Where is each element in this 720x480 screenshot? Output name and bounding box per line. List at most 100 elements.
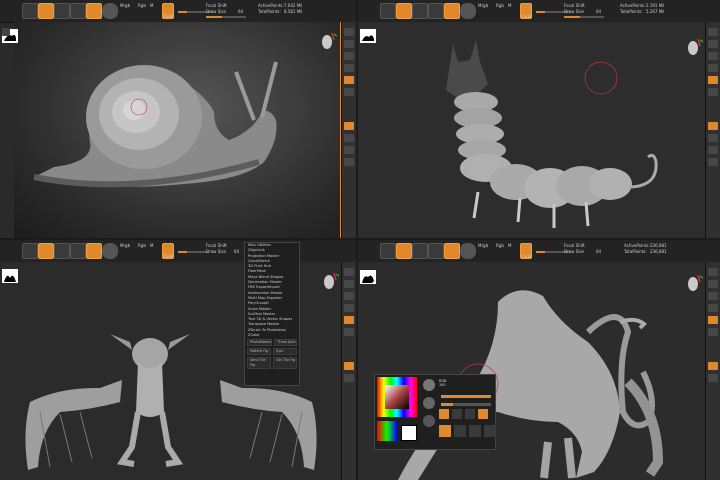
rgb-label[interactable]: Rgb (496, 3, 504, 8)
scroll-button[interactable] (344, 280, 354, 288)
orientation-gizmo-icon[interactable] (318, 30, 338, 52)
navigation-thumbnail[interactable] (360, 29, 376, 43)
scale-button[interactable] (70, 3, 86, 19)
frame-button[interactable] (708, 122, 718, 130)
actual-button[interactable] (708, 64, 718, 72)
zplugin-button[interactable]: Send Tile Fig (247, 357, 271, 370)
primary-color-swatch[interactable] (401, 425, 417, 441)
scale-button[interactable] (428, 3, 444, 19)
rotate-button[interactable] (484, 425, 496, 437)
draw-button[interactable] (396, 3, 412, 19)
move-view-button[interactable] (708, 374, 718, 382)
persp-button[interactable] (344, 76, 354, 84)
zadd-label[interactable]: Zadd (521, 254, 531, 259)
rgb-label[interactable]: Rgb (496, 243, 504, 248)
bpr-button[interactable] (344, 28, 354, 36)
rgb-button[interactable] (452, 409, 462, 419)
scroll-button[interactable] (708, 40, 718, 48)
floor-button[interactable] (344, 328, 354, 336)
edit-button[interactable] (22, 3, 38, 19)
edit-button[interactable] (380, 3, 396, 19)
z-intensity-slider[interactable] (441, 403, 491, 406)
zoom-view-button[interactable] (708, 146, 718, 154)
mrgb-label[interactable]: Mrgb (120, 243, 130, 248)
draw-size-value[interactable]: 64 (234, 249, 239, 254)
draw-button[interactable] (439, 425, 451, 437)
rotate-button[interactable] (86, 243, 102, 259)
rotate-button[interactable] (86, 3, 102, 19)
frame-button[interactable] (344, 362, 354, 370)
actual-button[interactable] (708, 304, 718, 312)
actual-button[interactable] (344, 304, 354, 312)
draw-size-value[interactable]: 64 (596, 9, 601, 14)
orientation-gizmo-icon[interactable] (684, 36, 704, 58)
scale-button[interactable] (428, 243, 444, 259)
zplugin-button[interactable]: Get Tile Fig (273, 357, 297, 370)
rotate-button[interactable] (444, 3, 460, 19)
orientation-gizmo-icon[interactable] (684, 272, 704, 294)
move-button[interactable] (54, 3, 70, 19)
zoom-button[interactable] (344, 52, 354, 60)
rgb-label[interactable]: Rgb (138, 3, 146, 8)
color-saturation-field[interactable] (385, 385, 409, 409)
rgb-intensity-value[interactable]: 100 (439, 383, 446, 387)
m-label[interactable]: M (150, 243, 153, 248)
z-intensity-slider[interactable] (178, 251, 208, 253)
brush-icon[interactable] (423, 397, 435, 409)
edit-button[interactable] (22, 243, 38, 259)
scroll-button[interactable] (708, 280, 718, 288)
navigation-thumbnail[interactable] (2, 269, 18, 283)
scale-button[interactable] (70, 243, 86, 259)
canvas-viewport[interactable] (2, 22, 342, 238)
zoom-button[interactable] (708, 292, 718, 300)
move-view-button[interactable] (344, 374, 354, 382)
material-sphere-icon[interactable] (102, 3, 118, 19)
persp-button[interactable] (344, 316, 354, 324)
mrgb-button[interactable] (439, 409, 449, 419)
material-sphere-icon[interactable] (102, 243, 118, 259)
zplugin-button[interactable]: Pattern Fig (247, 348, 271, 356)
draw-button[interactable] (396, 243, 412, 259)
zadd-label[interactable]: Zadd (521, 14, 531, 19)
scale-button[interactable] (469, 425, 481, 437)
draw-size-value[interactable]: 64 (596, 249, 601, 254)
persp-button[interactable] (708, 76, 718, 84)
color-swatch-palette[interactable] (377, 421, 397, 441)
zoom-view-button[interactable] (344, 146, 354, 154)
draw-size-slider[interactable] (206, 16, 246, 18)
frame-button[interactable] (344, 122, 354, 130)
zadd-label[interactable]: Zadd (163, 14, 173, 19)
navigation-thumbnail[interactable] (360, 270, 376, 284)
actual-button[interactable] (344, 64, 354, 72)
draw-button[interactable] (38, 243, 54, 259)
draw-size-slider[interactable] (564, 16, 604, 18)
rotate-view-button[interactable] (708, 158, 718, 166)
bpr-button[interactable] (344, 268, 354, 276)
floor-button[interactable] (708, 328, 718, 336)
color-hue-field[interactable] (377, 377, 417, 417)
draw-button[interactable] (38, 3, 54, 19)
zadd-label[interactable]: Zadd (163, 254, 173, 259)
bpr-button[interactable] (708, 268, 718, 276)
rotate-view-button[interactable] (344, 158, 354, 166)
draw-size-value[interactable]: 64 (238, 9, 243, 14)
material-sphere-icon[interactable] (423, 379, 435, 391)
zplugin-button[interactable]: PhotoMaster (247, 339, 273, 347)
frame-button[interactable] (708, 362, 718, 370)
rotate-button[interactable] (444, 243, 460, 259)
mrgb-label[interactable]: Mrgb (120, 3, 130, 8)
floor-button[interactable] (708, 88, 718, 96)
floor-button[interactable] (344, 88, 354, 96)
move-button[interactable] (412, 243, 428, 259)
zplugin-button[interactable]: Sym (273, 348, 297, 356)
move-button[interactable] (454, 425, 466, 437)
move-view-button[interactable] (344, 134, 354, 142)
m-button[interactable] (465, 409, 475, 419)
mrgb-label[interactable]: Mrgb (478, 3, 488, 8)
m-label[interactable]: M (150, 3, 153, 8)
bpr-button[interactable] (708, 28, 718, 36)
persp-button[interactable] (708, 316, 718, 324)
rgb-intensity-slider[interactable] (441, 395, 491, 398)
m-label[interactable]: M (508, 243, 511, 248)
left-shelf-button[interactable] (2, 28, 10, 36)
